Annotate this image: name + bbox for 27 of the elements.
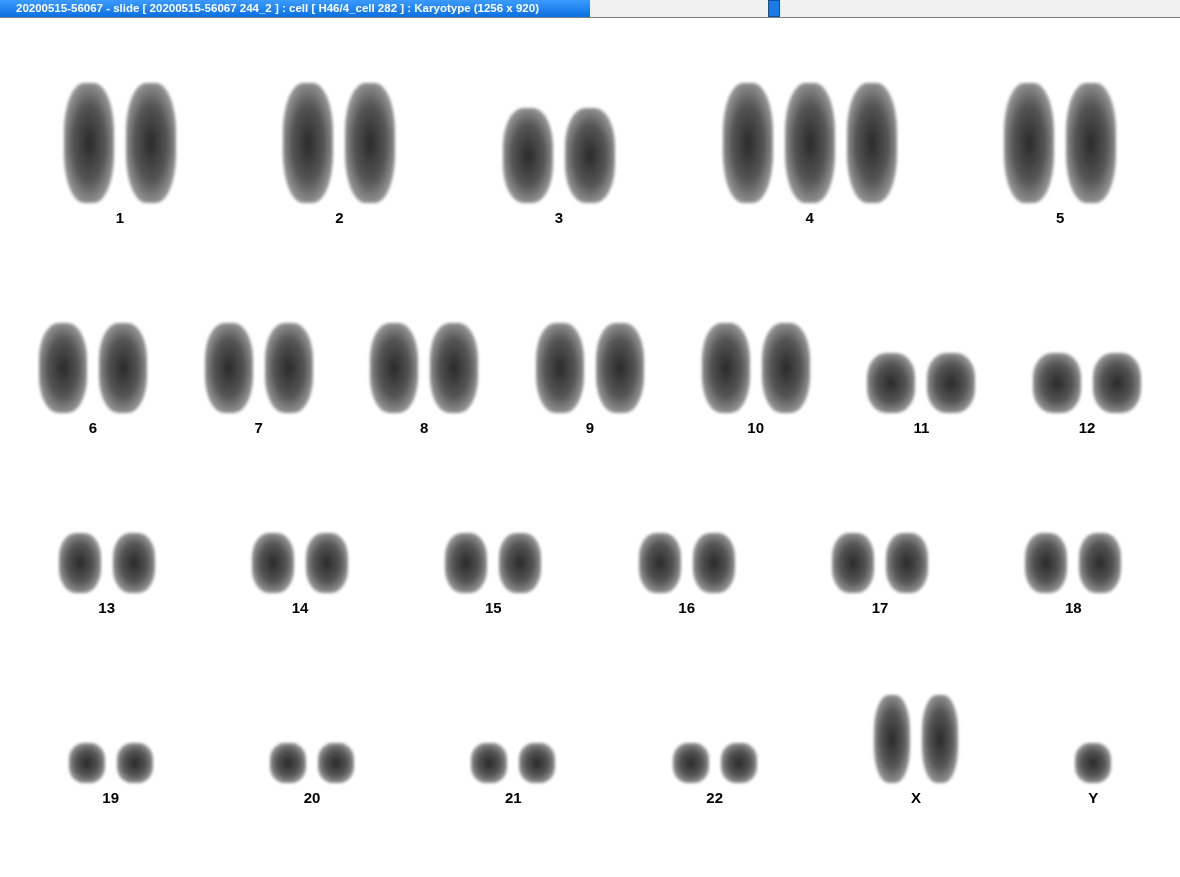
chromosome-label: 8 xyxy=(420,419,429,436)
chromosome-label: 6 xyxy=(88,419,97,436)
chromosome-label: 10 xyxy=(747,419,764,436)
scroll-handle[interactable] xyxy=(768,0,780,17)
chromosome-label: 22 xyxy=(706,789,723,806)
chromosome-label: 15 xyxy=(484,599,502,616)
chromosome-label: 18 xyxy=(1064,599,1082,616)
chromosome-label: 14 xyxy=(291,599,309,616)
chromosome-label: 7 xyxy=(254,419,263,436)
chromosome-label: Y xyxy=(1088,789,1099,806)
chromosome-label: 19 xyxy=(102,789,119,806)
chromosome-label: 9 xyxy=(585,419,595,436)
chromosome-label: 16 xyxy=(678,599,695,616)
chromosome-label: 17 xyxy=(871,599,889,616)
chromosome-label: 12 xyxy=(1078,419,1096,436)
chromosome-label: 21 xyxy=(504,789,522,806)
chromosome-label: X xyxy=(910,789,921,806)
chromosome-label: 13 xyxy=(98,599,115,616)
window-title: 20200515-56067 - slide [ 20200515-56067 244_2 ] : cell [ H46/4_cell 282 ] : Karyotype (1256 x 920) xyxy=(0,0,590,17)
chromosome-label: 3 xyxy=(554,209,564,226)
chromosome-label: 5 xyxy=(1056,209,1065,226)
chromosome-label: 1 xyxy=(115,209,124,226)
chromosome-label: 11 xyxy=(913,419,930,436)
chromosome-label: 20 xyxy=(303,789,321,806)
chromosome-label: 2 xyxy=(335,209,344,226)
chromosome-label: 4 xyxy=(805,209,814,226)
chromosome-drawing xyxy=(1075,743,1112,783)
